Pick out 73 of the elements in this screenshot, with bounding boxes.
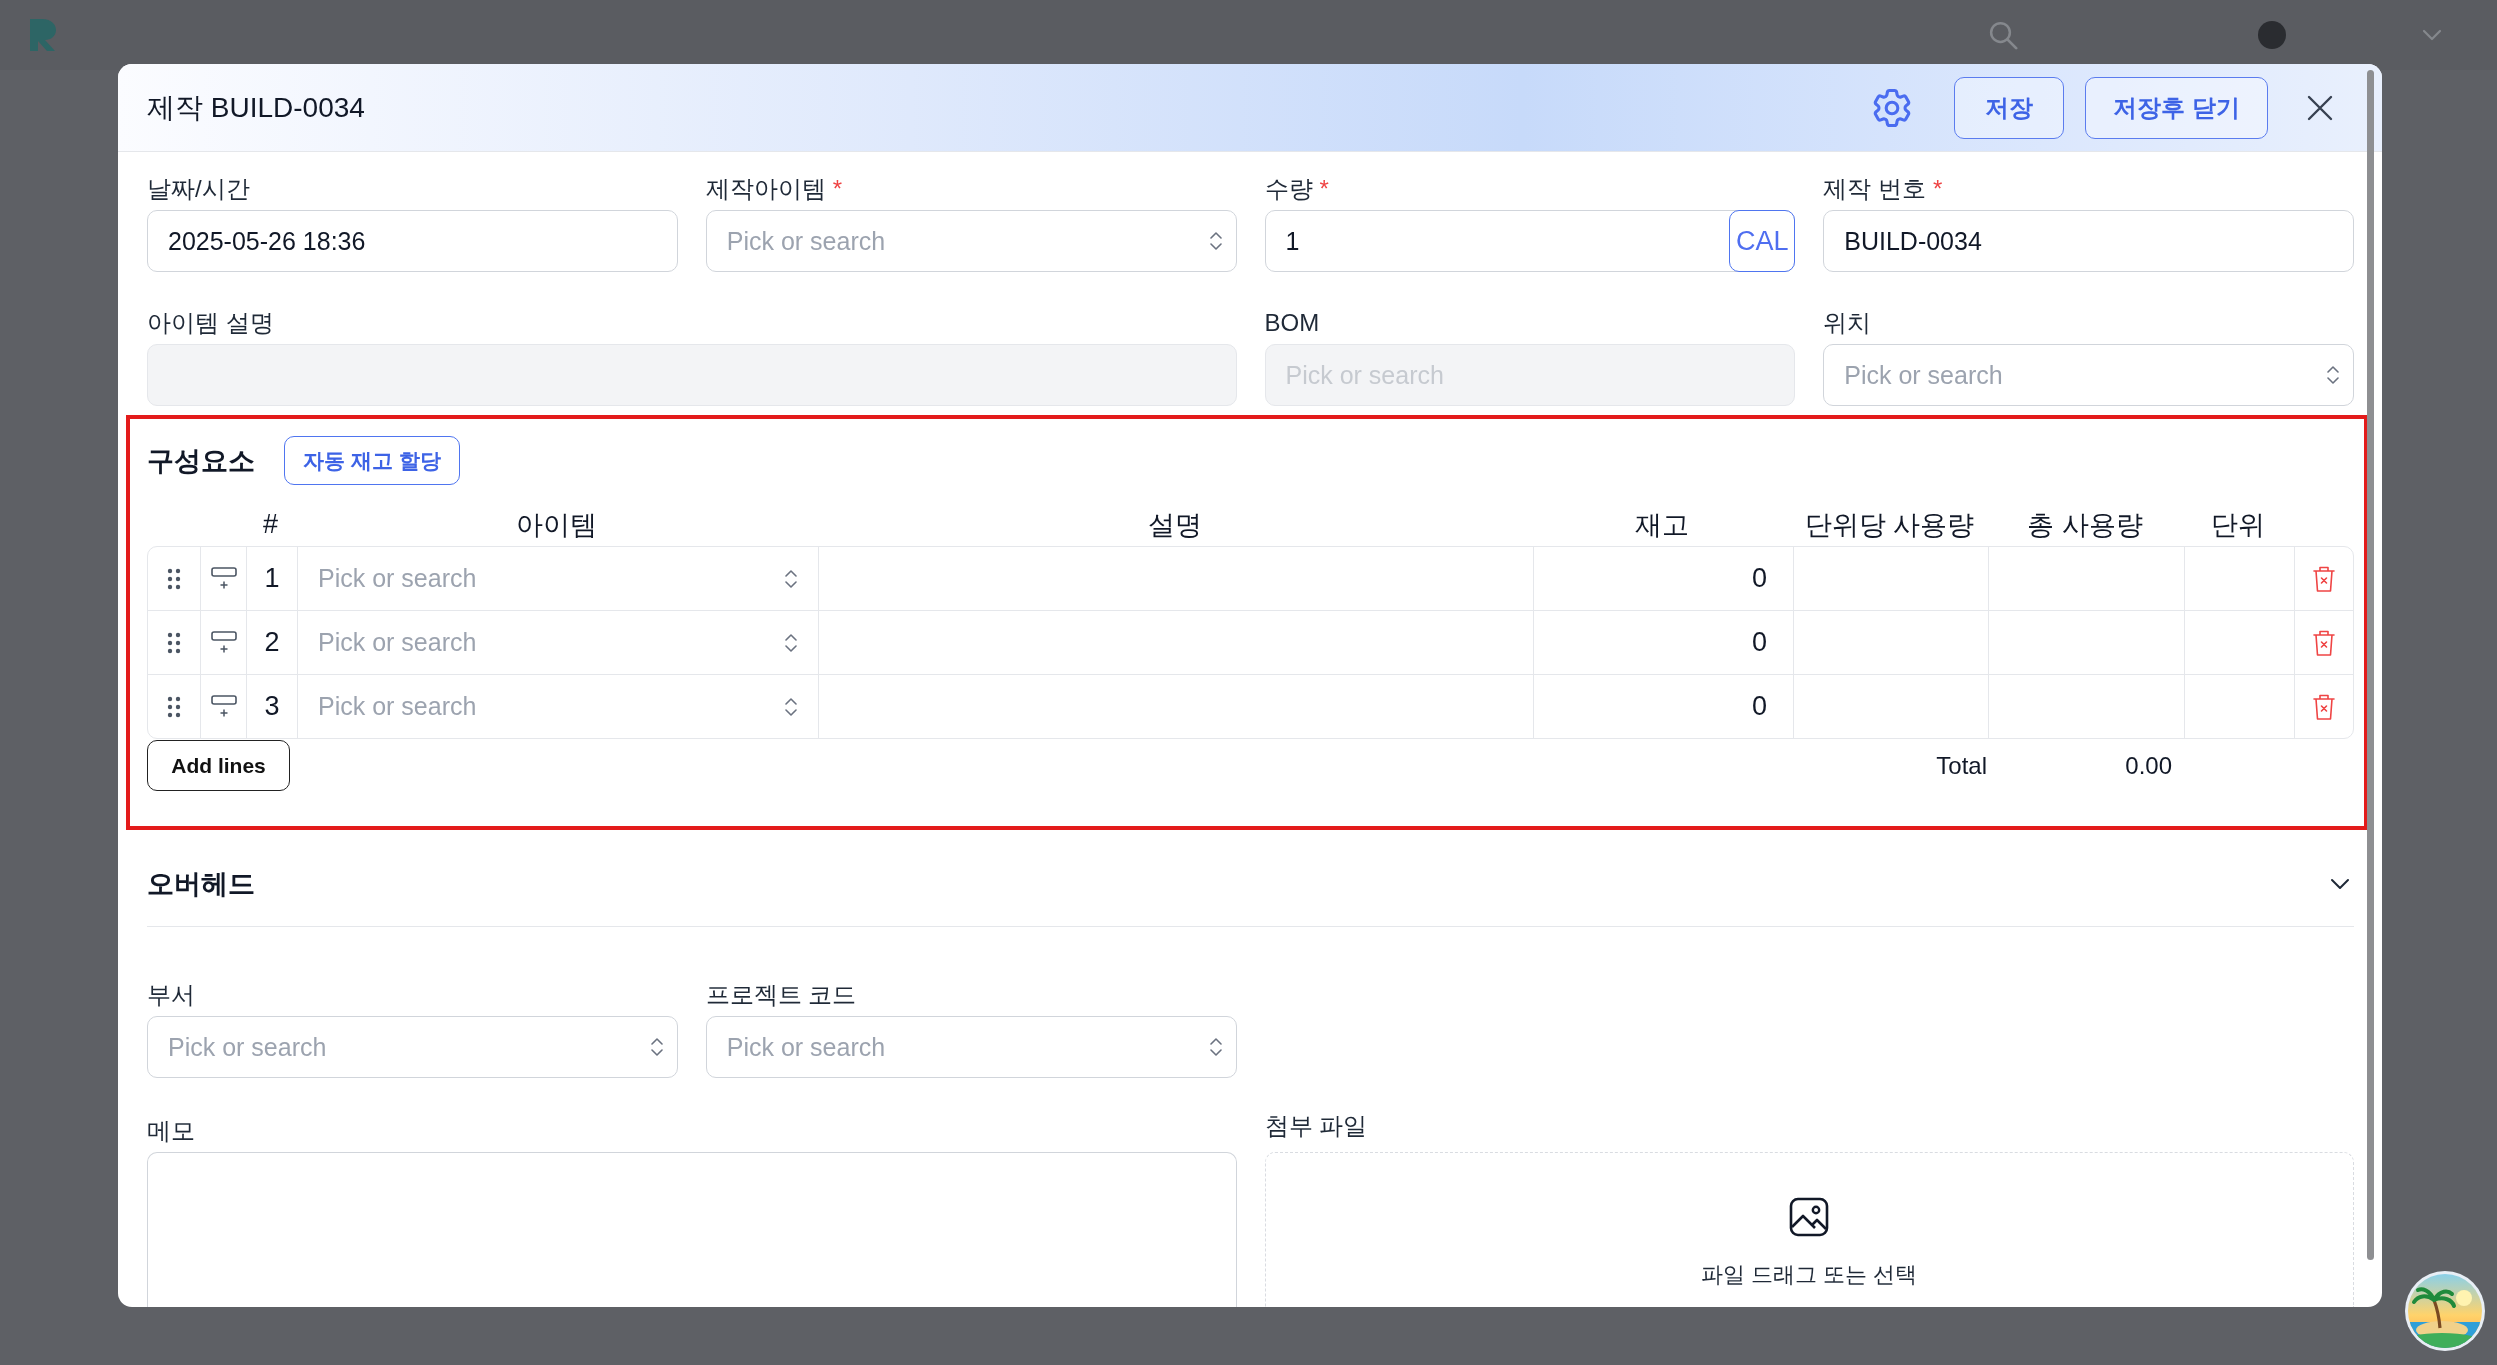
island-avatar-icon[interactable] — [2404, 1270, 2486, 1352]
drag-handle-icon[interactable] — [167, 567, 181, 590]
field-label: 제작아이템 — [705, 174, 826, 204]
field-label: 프로젝트 코드 — [705, 980, 857, 1010]
select-field[interactable]: Pick or search — [1823, 344, 2354, 406]
file-drop-zone[interactable]: 파일 드래그 또는 선택 — [1264, 1152, 2354, 1307]
field-label: 부서 — [147, 980, 195, 1010]
select-field[interactable]: Pick or search — [705, 210, 1237, 272]
select-field[interactable]: Pick or search — [297, 547, 818, 610]
field-label: 날짜/시간 — [147, 174, 250, 204]
column-header: 아이템 — [515, 508, 598, 542]
save-and-close-button[interactable]: 저장후 닫기 — [2085, 76, 2268, 139]
drag-handle-icon[interactable] — [167, 631, 181, 654]
settings-icon[interactable] — [1873, 88, 1911, 127]
stock-cell: 0 — [1533, 547, 1793, 610]
column-header: 단위당 사용량 — [1803, 508, 1976, 542]
image-icon — [1789, 1197, 1830, 1237]
text-field[interactable]: BUILD-0034 — [1823, 210, 2354, 272]
stock-cell: 0 — [1533, 611, 1793, 674]
select-field[interactable]: Pick or search — [297, 675, 818, 738]
field-label: 첨부 파일 — [1264, 1111, 1368, 1141]
total-value: 0.00 — [2125, 751, 2173, 780]
close-icon[interactable] — [2307, 94, 2333, 121]
scrollbar-thumb[interactable] — [2367, 70, 2374, 1260]
updown-chevron-icon — [785, 696, 797, 717]
delete-icon[interactable] — [2312, 628, 2336, 657]
row-number: 3 — [246, 675, 297, 738]
select-field[interactable]: Pick or search — [705, 1016, 1237, 1078]
insert-row-icon[interactable] — [210, 630, 237, 655]
updown-chevron-icon — [650, 1037, 663, 1057]
select-field[interactable]: Pick or search — [297, 611, 818, 674]
updown-chevron-icon — [785, 632, 797, 653]
add-lines-button[interactable]: Add lines — [147, 740, 290, 791]
calculator-button[interactable]: CAL — [1729, 210, 1796, 272]
required-mark: * — [1932, 174, 1943, 204]
total-label: Total — [1936, 751, 1987, 780]
updown-chevron-icon — [1209, 1037, 1222, 1057]
column-header: # — [262, 509, 279, 540]
row-number: 1 — [246, 547, 297, 610]
text-field[interactable]: 2025-05-26 18:36 — [147, 210, 678, 272]
column-header: 단위 — [2210, 508, 2266, 542]
insert-row-icon[interactable] — [210, 694, 237, 719]
field-label: 위치 — [1823, 308, 1872, 338]
drag-handle-icon[interactable] — [167, 695, 181, 718]
updown-chevron-icon — [2327, 365, 2339, 385]
updown-chevron-icon — [1209, 231, 1222, 251]
stock-cell: 0 — [1533, 675, 1793, 738]
field-label: 아이템 설명 — [147, 308, 274, 338]
column-header: 총 사용량 — [2026, 508, 2144, 542]
section-title: 오버헤드 — [147, 868, 255, 901]
field-label: 수량 — [1264, 174, 1313, 204]
row-number: 2 — [246, 611, 297, 674]
select-field[interactable]: Pick or search — [147, 1016, 678, 1078]
save-button[interactable]: 저장 — [1954, 76, 2064, 139]
number-field[interactable]: 1 CAL — [1264, 210, 1796, 272]
chevron-down-icon[interactable] — [2330, 878, 2350, 890]
updown-chevron-icon — [785, 568, 797, 589]
required-mark: * — [1319, 174, 1329, 204]
memo-field[interactable] — [147, 1152, 1237, 1307]
column-header: 재고 — [1634, 508, 1690, 542]
column-header: 설명 — [1146, 508, 1203, 542]
field-label: 제작 번호 — [1823, 174, 1926, 204]
section-title: 구성요소 — [147, 444, 255, 478]
auto-allocate-button[interactable]: 자동 재고 할당 — [284, 436, 460, 485]
field-label: 메모 — [147, 1116, 195, 1146]
avatar-icon[interactable] — [2258, 21, 2286, 49]
field-label: BOM — [1264, 308, 1320, 338]
insert-row-icon[interactable] — [210, 566, 237, 591]
delete-icon[interactable] — [2312, 564, 2336, 593]
dialog-title: 제작 BUILD-0034 — [147, 90, 365, 125]
required-mark: * — [832, 174, 843, 204]
delete-icon[interactable] — [2312, 692, 2336, 721]
search-icon[interactable] — [1988, 20, 2018, 50]
